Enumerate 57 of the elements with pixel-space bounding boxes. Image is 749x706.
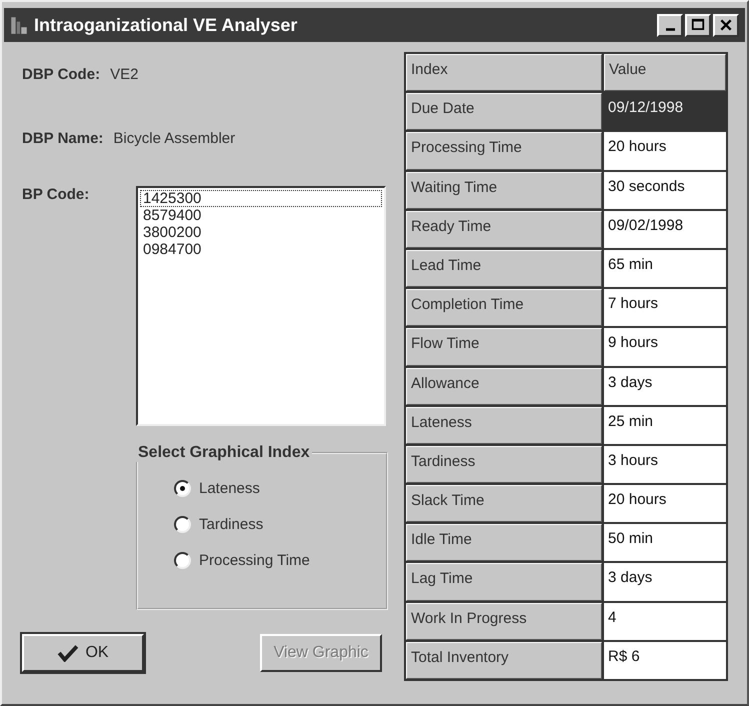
- table-cell[interactable]: 4: [604, 602, 726, 640]
- field-label: DBP Code:: [22, 66, 100, 83]
- row-header: Completion Time: [406, 289, 602, 326]
- row-header: Total Inventory: [406, 642, 602, 679]
- list-item[interactable]: 1425300: [140, 190, 382, 207]
- list-item[interactable]: 8579400: [140, 207, 382, 224]
- field-label: BP Code:: [22, 186, 90, 205]
- maximize-icon: [691, 18, 705, 32]
- row-header: Waiting Time: [406, 172, 602, 209]
- table-cell[interactable]: 09/02/1998: [604, 210, 726, 248]
- option-label: Tardiness: [199, 516, 264, 532]
- row-header: Flow Time: [406, 328, 602, 366]
- window-title: Intraoganizational VE Analyser: [34, 14, 298, 36]
- row-header: Work In Progress: [406, 602, 602, 640]
- table-cell[interactable]: 30 seconds: [604, 172, 726, 209]
- row-header: Processing Time: [406, 132, 602, 170]
- code-list[interactable]: 1425300 8579400 3800200 0984700: [136, 186, 386, 426]
- table-cell[interactable]: 25 min: [604, 406, 726, 444]
- row-header: Due Date: [406, 93, 602, 130]
- row-header: Tardiness: [406, 446, 602, 484]
- column-header: Value: [604, 54, 726, 92]
- ok-button[interactable]: OK: [22, 634, 144, 672]
- table-cell[interactable]: 7 hours: [604, 289, 726, 326]
- field-value: VE2: [110, 66, 138, 83]
- list-item[interactable]: 0984700: [140, 241, 382, 258]
- row-header: Lateness: [406, 406, 602, 444]
- radio-button[interactable]: [174, 516, 191, 532]
- row-header: Lag Time: [406, 563, 602, 601]
- row-header: Slack Time: [406, 485, 602, 522]
- table-cell[interactable]: 3 hours: [604, 446, 726, 484]
- table-cell[interactable]: 3 days: [604, 563, 726, 601]
- field-value: Bicycle Assembler: [113, 130, 236, 147]
- table-cell[interactable]: 65 min: [604, 250, 726, 288]
- close-icon: [719, 18, 733, 32]
- row-header: Lead Time: [406, 250, 602, 288]
- minimize-button[interactable]: [657, 14, 683, 36]
- maximize-button[interactable]: [685, 14, 711, 36]
- group-title: Select Graphical Index: [137, 444, 311, 462]
- table-cell[interactable]: R$ 6: [604, 642, 726, 679]
- column-header: Index: [406, 54, 602, 92]
- minimize-icon: [666, 28, 674, 30]
- option-label: Lateness: [199, 480, 260, 496]
- checkmark-icon: [57, 644, 80, 662]
- table-cell[interactable]: 50 min: [604, 524, 726, 562]
- list-item[interactable]: 3800200: [140, 224, 382, 241]
- row-header: Ready Time: [406, 210, 602, 248]
- field-label: DBP Name:: [22, 130, 104, 147]
- close-button[interactable]: [713, 14, 739, 36]
- radio-button[interactable]: [174, 480, 191, 496]
- table-cell[interactable]: 3 days: [604, 368, 726, 405]
- row-header: Idle Time: [406, 524, 602, 562]
- table-cell[interactable]: 9 hours: [604, 328, 726, 366]
- radio-button[interactable]: [174, 552, 191, 568]
- row-header: Allowance: [406, 368, 602, 405]
- option-label: Processing Time: [199, 552, 310, 568]
- table-cell[interactable]: 20 hours: [604, 485, 726, 522]
- table-cell[interactable]: 20 hours: [604, 132, 726, 170]
